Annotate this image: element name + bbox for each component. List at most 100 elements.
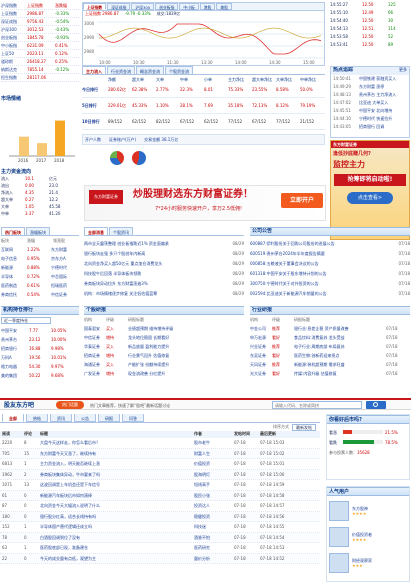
guba-tab[interactable]: 热帖: [26, 414, 48, 422]
chart-tab[interactable]: 港股: [199, 3, 216, 10]
industry-org[interactable]: 兴业证券: [250, 344, 272, 349]
industry-org[interactable]: 中金公司: [250, 326, 272, 331]
promo-ad[interactable]: 东方财富证券 逢低抄底赚几何? 监控主力 抢筹即将启动啦! 点击查看>: [330, 140, 410, 240]
announcement-item[interactable]: 601318:中国平安关于股东增持计划的公告 07/18: [250, 268, 410, 278]
post-author[interactable]: 股海明灯: [192, 472, 232, 477]
news-tab[interactable]: 全部消息: [84, 227, 108, 235]
fund-row-label[interactable]: 5日排行: [82, 103, 108, 108]
guba-post-row[interactable]: 152 1 半导体国产替代逻辑还成立吗 科技迷 07-18 07-18 14:55: [0, 522, 320, 533]
post-title[interactable]: 半导体国产替代逻辑还成立吗: [38, 524, 192, 529]
guba-hot-label[interactable]: 热门话题: [56, 401, 84, 409]
stock-report-row[interactable]: 华泰证券 买入 新品放量 盈利能力提升: [84, 342, 244, 351]
report-org[interactable]: 中信证券: [84, 335, 106, 340]
market-index-row[interactable]: 中小板指 6231.09 0.41%: [1, 42, 79, 50]
industry-report-row[interactable]: 光大证券 看好 传媒:内容升级 估值修复 07/18: [250, 369, 410, 378]
sector-leader[interactable]: 京东方A: [51, 256, 79, 261]
guba-post-row[interactable]: 78 0 白酒股回调到位了没有 酒香不怕 07-18 07-18 14:54: [0, 532, 320, 543]
sector-row[interactable]: 医药制造 0.61% 恒瑞医药: [1, 281, 79, 290]
announcement-item[interactable]: 600887:伊利股份关于回购公司股份的进展公告 07/18: [250, 238, 410, 248]
guba-post-row[interactable]: 22 0 今天的成交量有点低，观望为主 量价分析 07-18 07-18 14:52: [0, 553, 320, 564]
market-index-row[interactable]: 沪深指数 上证指数 涨跌幅: [1, 2, 79, 10]
post-author[interactable]: 财富人生: [192, 451, 232, 456]
announcement-item[interactable]: 000858:五粮液关于董事会决议的公告 07/18: [250, 258, 410, 268]
fund-row[interactable]: 10日排行 89/152 62/152 82/152 67/152 62/152 77/15…: [82, 114, 325, 130]
guba-tab[interactable]: 公告: [74, 414, 96, 422]
market-index-row[interactable]: 上证指数 2986.87 -0.33%: [1, 10, 79, 18]
industry-title[interactable]: 新能源:装机超预期 需求旺盛: [294, 362, 386, 367]
sector-name[interactable]: 电子信息: [1, 256, 27, 261]
news-title[interactable]: 两市全天震荡整理 创业板指跌近1% 资金面偏紧: [84, 241, 222, 246]
post-author[interactable]: 短线高手: [192, 482, 232, 487]
announcement-text[interactable]: 000858:五粮液关于董事会决议的公告: [250, 261, 388, 266]
stock-report-row[interactable]: 广发证券 增持 现金流改善 分红提升: [84, 369, 244, 378]
ad-cta-button[interactable]: 点击查看>: [347, 191, 393, 204]
sector-tab[interactable]: 热门板块: [1, 227, 25, 235]
sector-row[interactable]: 电子信息 0.95% 京东方A: [1, 254, 79, 263]
index-name[interactable]: 创业板指: [1, 35, 27, 40]
industry-report-row[interactable]: 中金公司 推荐 银行业:息差企稳 资产质量改善 07/18: [250, 324, 410, 333]
sector-leader[interactable]: 东方财富: [51, 247, 79, 252]
market-index-row[interactable]: 创业板指 1845.78 -0.93%: [1, 34, 79, 42]
guba-post-row[interactable]: 1962 2 券商板块集体异动，牛市要来了吗 股海明灯 07-18 07-18 15:00: [0, 469, 320, 480]
sector-tab[interactable]: 涨幅板块: [26, 227, 50, 235]
account-banner[interactable]: 东方财富证券 炒股理财选东方财富证券！ 7*24小时服务快速开户，享万2.5低佣…: [84, 185, 326, 221]
index-name[interactable]: 道琼斯: [1, 59, 27, 64]
hot-track-item[interactable]: 14:44:10 宁德时代 快速拉升: [333, 116, 407, 124]
institution-stock[interactable]: 招商银行: [1, 346, 29, 351]
report-org[interactable]: 招商证券: [84, 353, 106, 358]
institution-stock[interactable]: 贵州茅台: [1, 337, 29, 342]
avatar[interactable]: [329, 527, 349, 547]
announcement-text[interactable]: 600519:贵州茅台2024年半年度报告摘要: [250, 251, 388, 256]
guba-hot-text[interactable]: 热门文章推荐，快速了解“股吧”最新话题讨论: [90, 403, 170, 408]
post-title[interactable]: 券商板块集体异动，牛市要来了吗: [38, 472, 192, 477]
guba-post-row[interactable]: 2220 8 大盘今天这样走，你怎么看后市？ 股市老牛 07-18 07-18 15:03: [0, 438, 320, 449]
institution-row[interactable]: 美的集团 50.22 9.68%: [1, 371, 79, 380]
hot-track-item[interactable]: 14:43:05 招商银行 回调: [333, 124, 407, 132]
vote-option[interactable]: 看涨 21.5%: [329, 427, 407, 437]
guba-post-row[interactable]: 61 0 新能源汽车板块后市如何演绎 股民小张 07-18 07-18 14:58: [0, 490, 320, 501]
hot-track-item[interactable]: 14:49:29 东方财富 涨停: [333, 84, 407, 92]
sector-row[interactable]: 半导体 0.72% 中芯国际: [1, 272, 79, 281]
news-item[interactable]: 银行板块走强 多只个股创年内新高 08/29: [84, 248, 244, 258]
post-title[interactable]: 银行股分红高，适合长线持有吗: [38, 514, 192, 519]
industry-org[interactable]: 光大证券: [250, 371, 272, 376]
report-org[interactable]: 广发证券: [84, 371, 106, 376]
sector-row[interactable]: 券商信托 0.54% 中信证券: [1, 290, 79, 299]
report-title[interactable]: 产能扩张 份额持续提升: [128, 362, 240, 367]
fund-row[interactable]: 5日排行 229.01亿 45.33% 1.10% 28.1% 7.69 35.18% 72.…: [82, 98, 325, 114]
industry-title[interactable]: 银行业:息差企稳 资产质量改善: [294, 326, 386, 331]
post-author[interactable]: 量价分析: [192, 556, 232, 561]
stock-report-row[interactable]: 招商证券 增持 行业景气回升 估值修复: [84, 351, 244, 360]
chart-tab[interactable]: 美股: [216, 3, 232, 10]
fund-tab[interactable]: 概念资金流: [136, 66, 164, 74]
report-org[interactable]: 海通证券: [84, 362, 106, 367]
announcement-text[interactable]: 300750:宁德时代关于对外投资的公告: [250, 281, 388, 286]
fund-tab[interactable]: 主力流入: [82, 66, 106, 74]
market-index-row[interactable]: 上证50 2023.11 0.12%: [1, 50, 79, 58]
industry-org[interactable]: 天风证券: [250, 362, 272, 367]
news-title[interactable]: 北向资金净买入超50亿元 重点加仓消费龙头: [84, 261, 222, 266]
guba-tab[interactable]: 资讯: [50, 414, 72, 422]
fund-notice-item[interactable]: 交易金额 38.1万亿: [144, 137, 178, 142]
institution-stock[interactable]: 万科A: [1, 355, 29, 360]
report-title[interactable]: 行业景气回升 估值修复: [128, 353, 240, 358]
post-title[interactable]: 大盘今天这样走，你怎么看后市？: [38, 440, 192, 445]
announcement-text[interactable]: 601318:中国平安关于股东增持计划的公告: [250, 271, 388, 276]
popular-user-item[interactable]: 价值投资者 ★★★★: [329, 524, 407, 550]
institution-period-select[interactable]: 近一季度持仓: [1, 317, 51, 324]
fund-row-label[interactable]: 今日排行: [82, 87, 108, 92]
guba-post-row[interactable]: 1071 13 这波回调是上车机会还是下车信号 短线高手 07-18 07-18 14:5…: [0, 480, 320, 491]
post-title[interactable]: 东方财富今天又涨了，继续持有: [38, 451, 192, 456]
institution-row[interactable]: 贵州茅台 23.12 10.00%: [1, 335, 79, 344]
announcement-item[interactable]: 600519:贵州茅台2024年半年度报告摘要 07/18: [250, 248, 410, 258]
avatar[interactable]: [329, 501, 349, 521]
guba-search-button[interactable]: [366, 401, 386, 409]
chart-tab[interactable]: 沪深300: [131, 3, 155, 10]
announcement-item[interactable]: 300750:宁德时代关于对外投资的公告 07/18: [250, 278, 410, 288]
report-title[interactable]: 龙头地位稳固 长期看好: [128, 335, 240, 340]
post-title[interactable]: 北向资金今天大幅流入说明了什么: [38, 503, 192, 508]
fund-tab[interactable]: 行业资金流: [107, 66, 135, 74]
sector-row[interactable]: 新能源 0.88% 宁德时代: [1, 263, 79, 272]
chart-tab[interactable]: 深证成指: [107, 3, 131, 10]
news-title[interactable]: 银行板块走强 多只个股创年内新高: [84, 251, 222, 256]
